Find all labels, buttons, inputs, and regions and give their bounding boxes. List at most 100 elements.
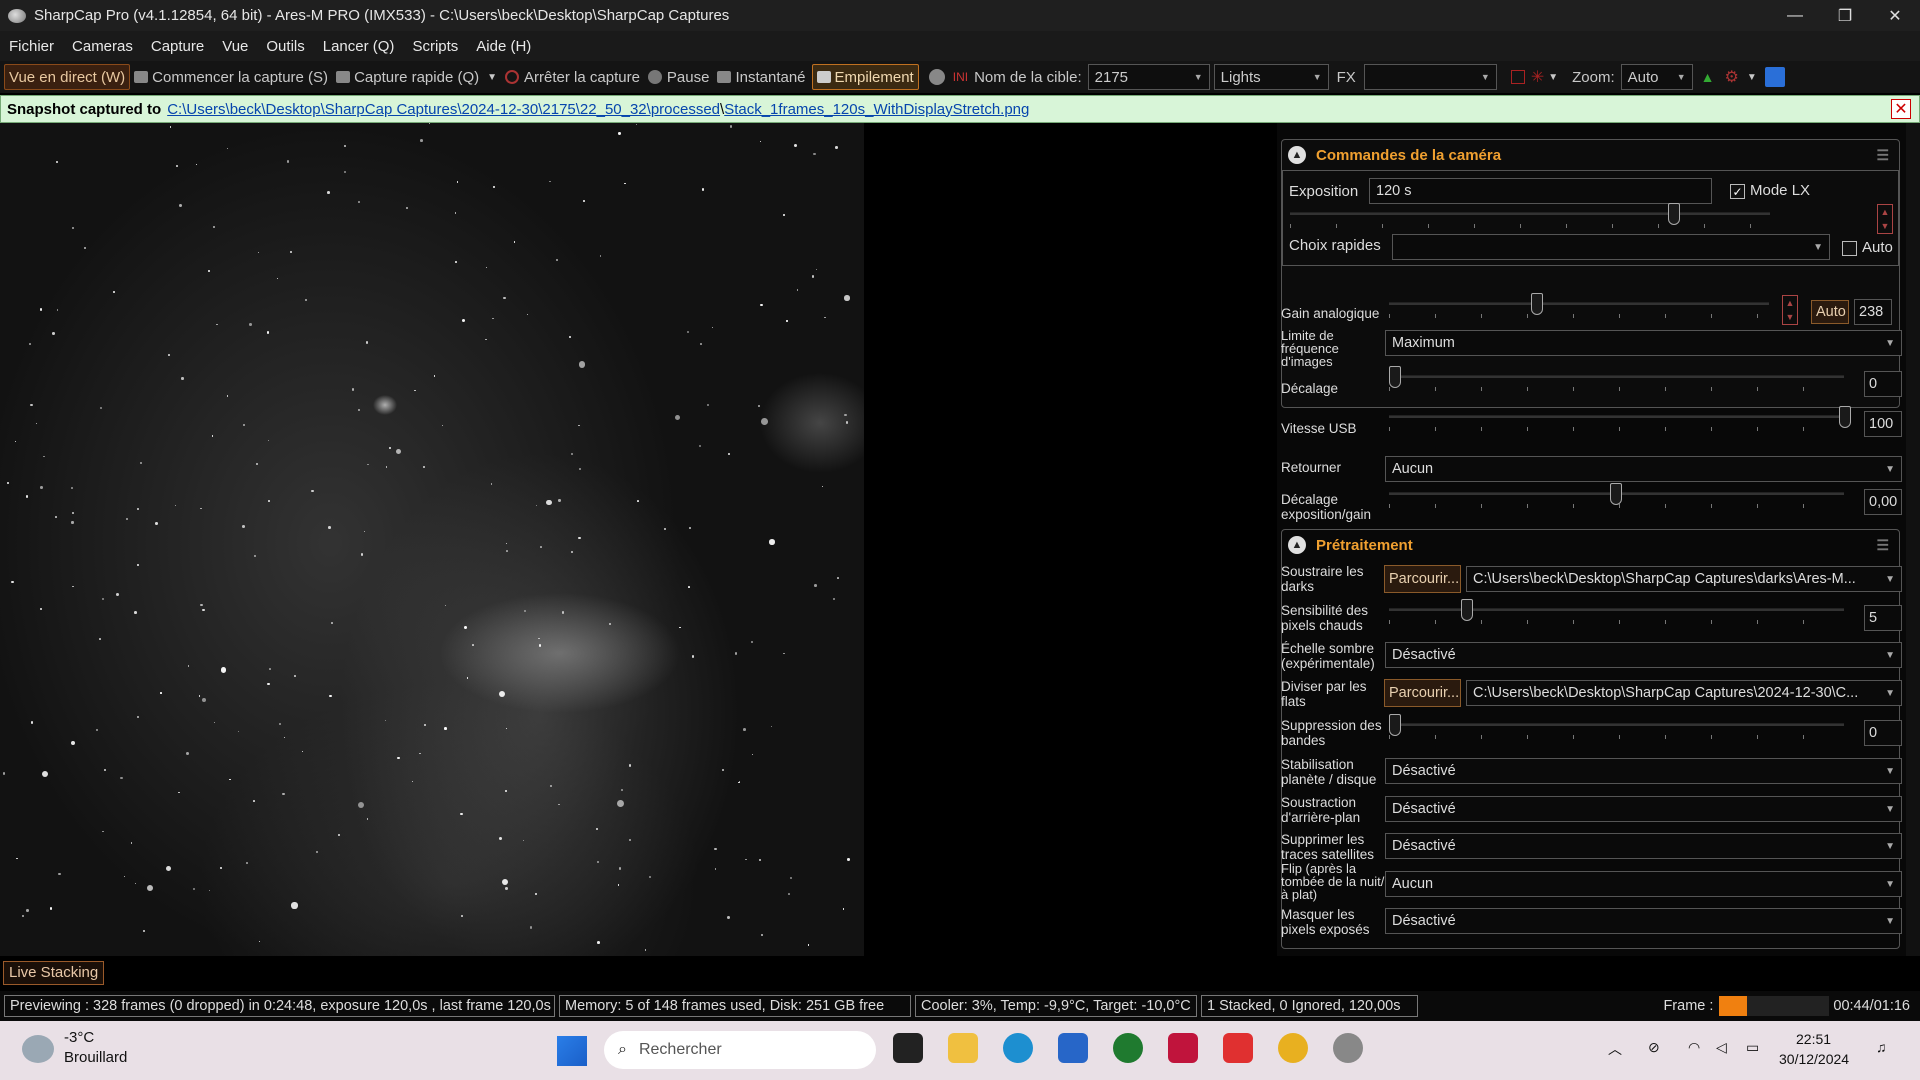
section-header[interactable]: ▲ Commandes de la caméra ☰ (1282, 140, 1899, 170)
wifi-icon[interactable]: ◠ (1688, 1039, 1700, 1056)
file-explorer-icon[interactable] (948, 1033, 978, 1063)
flip-flat-combo[interactable]: Aucun ▼ (1385, 871, 1902, 897)
gain-stepper[interactable]: ▲ ▼ (1782, 295, 1798, 325)
notification-file-link[interactable]: Stack_1frames_120s_WithDisplayStretch.pn… (724, 101, 1029, 118)
zoom-combo[interactable]: Auto ▼ (1620, 64, 1693, 90)
fx-combo[interactable]: ▼ (1363, 64, 1497, 90)
browse-flats-button[interactable]: Parcourir... (1384, 679, 1461, 707)
slider-thumb[interactable] (1839, 406, 1851, 428)
slider-thumb[interactable] (1610, 483, 1622, 505)
taskbar-search[interactable]: ⌕ Rechercher (604, 1031, 876, 1069)
quick-choice-combo[interactable]: ▼ (1392, 234, 1830, 260)
menu-vue[interactable]: Vue (213, 38, 257, 55)
menu-lancer[interactable]: Lancer (Q) (314, 38, 404, 55)
usb-speed-value[interactable]: 100 (1864, 411, 1902, 437)
panel-scrollbar[interactable] (1906, 123, 1920, 956)
chrome-icon[interactable] (1278, 1033, 1308, 1063)
hot-pixel-value[interactable]: 5 (1864, 605, 1902, 631)
menu-capture[interactable]: Capture (142, 38, 213, 55)
weather-desc[interactable]: Brouillard (64, 1049, 127, 1066)
usb-speed-slider[interactable] (1389, 403, 1851, 433)
stop-capture-button[interactable]: Arrêter la capture (501, 64, 644, 90)
slider-thumb[interactable] (1389, 714, 1401, 736)
clock-time[interactable]: 22:51 (1796, 1031, 1831, 1047)
gain-auto-button[interactable]: Auto (1811, 300, 1849, 324)
snapshot-button[interactable]: Instantané (713, 64, 809, 90)
display-stretch-icon[interactable] (1764, 67, 1785, 87)
chevron-down-icon[interactable]: ▼ (487, 72, 497, 83)
slider-thumb[interactable] (1389, 366, 1401, 388)
menu-icon[interactable]: ☰ (1876, 537, 1889, 554)
menu-fichier[interactable]: Fichier (0, 38, 63, 55)
edge-icon[interactable] (1003, 1033, 1033, 1063)
fps-limit-combo[interactable]: Maximum ▼ (1385, 330, 1902, 356)
frame-type-combo[interactable]: Lights ▼ (1213, 64, 1329, 90)
maximize-button[interactable]: ❐ (1820, 0, 1870, 31)
moon-icon[interactable] (928, 69, 945, 85)
network-icon[interactable]: ⊘ (1648, 1039, 1660, 1056)
store-icon[interactable] (1058, 1033, 1088, 1063)
lx-mode-checkbox[interactable]: ✓ (1730, 184, 1745, 199)
chevron-down-icon[interactable]: ▼ (1747, 72, 1757, 83)
slider-thumb[interactable] (1531, 293, 1543, 315)
dark-scale-combo[interactable]: Désactivé ▼ (1385, 642, 1902, 668)
notification-bell-icon[interactable]: ♫ (1876, 1039, 1887, 1055)
windows-start-icon[interactable] (557, 1036, 587, 1066)
slider-thumb[interactable] (1668, 203, 1680, 225)
chevron-up-icon[interactable]: ︿ (1608, 1039, 1622, 1059)
astro-app-icon[interactable] (1168, 1033, 1198, 1063)
collapse-icon[interactable]: ▲ (1288, 536, 1306, 554)
focus-icon[interactable]: ✳ (1531, 67, 1544, 87)
live-stacking-button[interactable]: Live Stacking (3, 961, 105, 985)
stacking-button[interactable]: Empilement (811, 64, 919, 90)
exposure-stepper[interactable]: ▲ ▼ (1877, 204, 1893, 234)
gain-slider[interactable] (1389, 290, 1769, 320)
task-view-icon[interactable] (893, 1033, 923, 1063)
stabilization-combo[interactable]: Désactivé ▼ (1385, 758, 1902, 784)
banding-value[interactable]: 0 (1864, 720, 1902, 746)
quick-capture-button[interactable]: Capture rapide (Q) ▼ (332, 64, 501, 90)
settings-icon[interactable]: ⚙ (1725, 67, 1739, 87)
phd2-icon[interactable] (1113, 1033, 1143, 1063)
weather-temp[interactable]: -3°C (64, 1029, 94, 1046)
satellite-trails-combo[interactable]: Désactivé ▼ (1385, 833, 1902, 859)
clock-date[interactable]: 30/12/2024 (1779, 1051, 1849, 1067)
target-name-combo[interactable]: 2175 ▼ (1087, 64, 1210, 90)
battery-icon[interactable]: ▭ (1746, 1039, 1759, 1056)
exposure-slider[interactable] (1290, 200, 1770, 230)
exp-gain-offset-slider[interactable] (1389, 480, 1844, 510)
hot-pixel-slider[interactable] (1389, 596, 1844, 626)
offset-value[interactable]: 0 (1864, 371, 1902, 397)
background-subtraction-combo[interactable]: Désactivé ▼ (1385, 796, 1902, 822)
start-capture-button[interactable]: Commencer la capture (S) (130, 64, 332, 90)
live-view-button[interactable]: Vue en direct (W) (4, 64, 131, 90)
histogram-icon[interactable]: ▲ (1701, 69, 1715, 85)
banding-slider[interactable] (1389, 711, 1844, 741)
volume-icon[interactable]: ◁ (1716, 1039, 1727, 1056)
section-header[interactable]: ▲ Prétraitement ☰ (1282, 530, 1899, 560)
anydesk-icon[interactable] (1223, 1033, 1253, 1063)
gain-value[interactable]: 238 (1854, 299, 1892, 325)
image-viewer[interactable] (0, 123, 1275, 956)
offset-slider[interactable] (1389, 363, 1844, 393)
close-window-button[interactable]: ✕ (1870, 0, 1920, 31)
quick-auto-checkbox[interactable] (1842, 241, 1857, 256)
menu-scripts[interactable]: Scripts (403, 38, 467, 55)
menu-outils[interactable]: Outils (257, 38, 313, 55)
darks-file-combo[interactable]: C:\Users\beck\Desktop\SharpCap Captures\… (1466, 566, 1902, 592)
menu-icon[interactable]: ☰ (1876, 147, 1889, 164)
notification-path-link[interactable]: C:\Users\beck\Desktop\SharpCap Captures\… (167, 101, 720, 118)
astro-image[interactable] (0, 123, 864, 956)
weather-icon[interactable] (22, 1035, 54, 1063)
flats-file-combo[interactable]: C:\Users\beck\Desktop\SharpCap Captures\… (1466, 680, 1902, 706)
reticle-icon[interactable] (1510, 70, 1525, 84)
chevron-down-icon[interactable]: ▼ (1548, 72, 1558, 83)
sharpcap-taskbar-icon[interactable] (1333, 1033, 1363, 1063)
slider-thumb[interactable] (1461, 599, 1473, 621)
browse-darks-button[interactable]: Parcourir... (1384, 565, 1461, 593)
minimize-button[interactable]: — (1770, 0, 1820, 31)
pause-button[interactable]: Pause (644, 64, 714, 90)
menu-cameras[interactable]: Cameras (63, 38, 142, 55)
flip-combo[interactable]: Aucun ▼ (1385, 456, 1902, 482)
ini-icon[interactable]: INI (953, 70, 968, 84)
